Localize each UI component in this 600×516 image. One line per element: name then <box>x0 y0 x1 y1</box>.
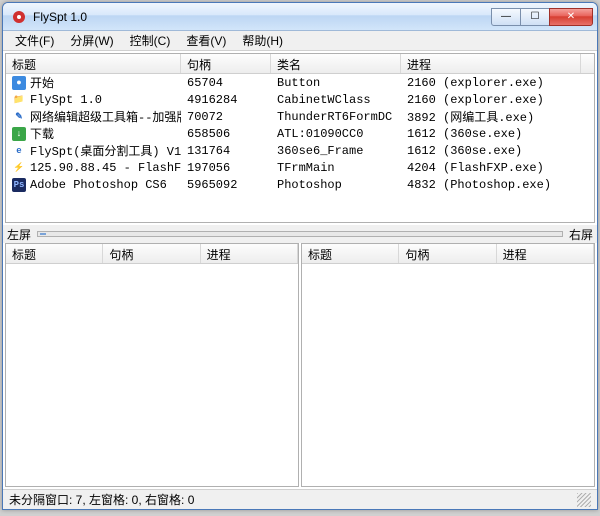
row-class: Button <box>271 76 401 90</box>
browser-icon: e <box>12 144 26 158</box>
col-title[interactable]: 标题 <box>302 244 399 263</box>
menu-control[interactable]: 控制(C) <box>122 30 179 51</box>
table-row[interactable]: e FlySpt(桌面分割工具) V1.0 …131764360se6_Frame… <box>6 142 594 159</box>
top-listview[interactable]: 标题 句柄 类名 进程 ● 开始 65704Button2160 (explorer… <box>5 53 595 223</box>
row-class: Photoshop <box>271 178 401 192</box>
row-title: 125.90.88.45 - FlashFXP <box>30 161 181 175</box>
row-title: 下载 <box>30 125 54 142</box>
row-process: 3892 (网编工具.exe) <box>401 108 581 125</box>
table-row[interactable]: ✎ 网络编辑超级工具箱--加强版…70072ThunderRT6FormDC389… <box>6 108 594 125</box>
row-title: FlySpt(桌面分割工具) V1.0 … <box>30 142 181 159</box>
top-list-header: 标题 句柄 类名 进程 <box>6 54 594 74</box>
row-class: CabinetWClass <box>271 93 401 107</box>
table-row[interactable]: ⚡ 125.90.88.45 - FlashFXP197056TFrmMain42… <box>6 159 594 176</box>
col-process[interactable]: 进程 <box>201 244 298 263</box>
row-handle: 658506 <box>181 127 271 141</box>
row-process: 1612 (360se.exe) <box>401 144 581 158</box>
status-text: 未分隔窗口: 7, 左窗格: 0, 右窗格: 0 <box>9 491 194 508</box>
col-handle[interactable]: 句柄 <box>103 244 200 263</box>
right-list-header: 标题 句柄 进程 <box>302 244 594 264</box>
folder-icon: 📁 <box>12 93 26 107</box>
row-class: ThunderRT6FormDC <box>271 110 401 124</box>
statusbar: 未分隔窗口: 7, 左窗格: 0, 右窗格: 0 <box>3 489 597 509</box>
menu-split[interactable]: 分屏(W) <box>62 30 121 51</box>
menu-help[interactable]: 帮助(H) <box>234 30 291 51</box>
row-process: 2160 (explorer.exe) <box>401 76 581 90</box>
top-list-body: ● 开始 65704Button2160 (explorer.exe) 📁 FlySpt… <box>6 74 594 193</box>
row-process: 2160 (explorer.exe) <box>401 93 581 107</box>
menubar: 文件(F) 分屏(W) 控制(C) 查看(V) 帮助(H) <box>3 31 597 51</box>
col-process[interactable]: 进程 <box>497 244 594 263</box>
table-row[interactable]: Ps Adobe Photoshop CS6 5965092Photoshop483… <box>6 176 594 193</box>
download-icon: ↓ <box>12 127 26 141</box>
row-process: 1612 (360se.exe) <box>401 127 581 141</box>
right-listview[interactable]: 标题 句柄 进程 <box>301 243 595 487</box>
row-handle: 5965092 <box>181 178 271 192</box>
row-process: 4204 (FlashFXP.exe) <box>401 161 581 175</box>
row-handle: 131764 <box>181 144 271 158</box>
row-class: ATL:01090CC0 <box>271 127 401 141</box>
col-title[interactable]: 标题 <box>6 244 103 263</box>
ftp-icon: ⚡ <box>12 161 26 175</box>
row-class: TFrmMain <box>271 161 401 175</box>
close-button[interactable]: ✕ <box>549 8 593 26</box>
menu-file[interactable]: 文件(F) <box>7 30 62 51</box>
col-handle[interactable]: 句柄 <box>399 244 496 263</box>
left-screen-label: 左屏 <box>7 226 31 243</box>
row-title: 开始 <box>30 74 54 91</box>
table-row[interactable]: ↓ 下载 658506ATL:01090CC01612 (360se.exe) <box>6 125 594 142</box>
tool-icon: ✎ <box>12 110 26 124</box>
window-title: FlySpt 1.0 <box>33 10 492 24</box>
left-listview[interactable]: 标题 句柄 进程 <box>5 243 299 487</box>
right-screen-label: 右屏 <box>569 226 593 243</box>
row-process: 4832 (Photoshop.exe) <box>401 178 581 192</box>
row-handle: 65704 <box>181 76 271 90</box>
maximize-button[interactable]: ☐ <box>520 8 550 26</box>
row-handle: 70072 <box>181 110 271 124</box>
app-window: FlySpt 1.0 — ☐ ✕ 文件(F) 分屏(W) 控制(C) 查看(V)… <box>2 2 598 510</box>
left-list-header: 标题 句柄 进程 <box>6 244 298 264</box>
window-controls: — ☐ ✕ <box>492 8 593 26</box>
screen-divider: 左屏 右屏 <box>3 225 597 243</box>
start-icon: ● <box>12 76 26 90</box>
titlebar[interactable]: FlySpt 1.0 — ☐ ✕ <box>3 3 597 31</box>
col-title[interactable]: 标题 <box>6 54 181 73</box>
resize-grip-icon[interactable] <box>577 493 591 507</box>
row-title: Adobe Photoshop CS6 <box>30 178 167 192</box>
row-handle: 197056 <box>181 161 271 175</box>
menu-view[interactable]: 查看(V) <box>178 30 234 51</box>
table-row[interactable]: 📁 FlySpt 1.0 4916284CabinetWClass2160 (exp… <box>6 91 594 108</box>
col-class[interactable]: 类名 <box>271 54 401 73</box>
row-handle: 4916284 <box>181 93 271 107</box>
col-handle[interactable]: 句柄 <box>181 54 271 73</box>
col-process[interactable]: 进程 <box>401 54 581 73</box>
row-title: 网络编辑超级工具箱--加强版… <box>30 108 181 125</box>
minimize-button[interactable]: — <box>491 8 521 26</box>
app-icon <box>11 9 27 25</box>
table-row[interactable]: ● 开始 65704Button2160 (explorer.exe) <box>6 74 594 91</box>
row-class: 360se6_Frame <box>271 144 401 158</box>
row-title: FlySpt 1.0 <box>30 93 102 107</box>
divider-slider[interactable] <box>37 231 563 237</box>
ps-icon: Ps <box>12 178 26 192</box>
bottom-panes: 标题 句柄 进程 标题 句柄 进程 <box>5 243 595 487</box>
